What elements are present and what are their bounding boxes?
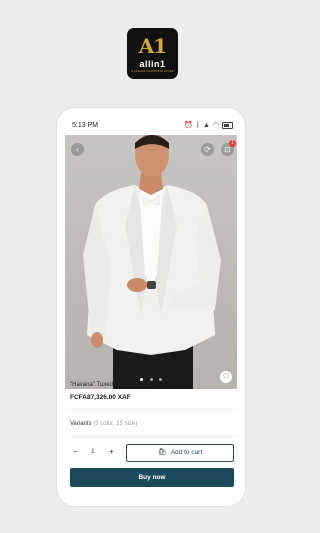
product-image[interactable]: ‹ ⟳ ⊡ 1 ♡	[65, 135, 237, 389]
quantity-stepper: − 1 +	[70, 444, 117, 462]
buy-now-button[interactable]: Buy now	[70, 468, 234, 487]
pagination-dot[interactable]	[140, 378, 144, 381]
alarm-icon: ⏰	[184, 122, 193, 129]
product-price: FCFA87,326.00 XAF	[70, 394, 131, 401]
wifi-icon: ◠	[212, 122, 219, 129]
variants-selector[interactable]: Variants (3 color, 15 size)	[70, 421, 137, 427]
logo-mark: A1	[138, 34, 167, 58]
pagination-dot[interactable]	[158, 378, 162, 381]
bluetooth-icon: ᛒ	[195, 121, 200, 129]
pagination-dot[interactable]	[149, 378, 153, 381]
cart-add-icon: 🛍	[157, 449, 167, 456]
wishlist-heart-icon[interactable]: ♡	[220, 371, 232, 383]
signal-icon: ▲	[202, 121, 210, 129]
product-title: "Havana" Tuxedo Jacket Shawl	[70, 382, 154, 388]
back-arrow-icon[interactable]: ‹	[71, 143, 84, 156]
app-logo: A1 allin1 A FASHION SHOPPING STORE	[127, 28, 178, 79]
logo-name: allin1	[139, 59, 166, 69]
phone-frame: 5:13 PM ⏰ ᛒ ▲ ◠ ‹ ⟳ ⊡ 1 ♡ "Havana" Tuxed…	[57, 108, 245, 506]
divider	[65, 409, 237, 410]
quantity-increase-button[interactable]: +	[109, 447, 114, 456]
status-bar: 5:13 PM ⏰ ᛒ ▲ ◠	[57, 108, 245, 135]
share-icon[interactable]: ⟳	[201, 143, 214, 156]
logo-tagline: A FASHION SHOPPING STORE	[131, 70, 174, 73]
cart-icon[interactable]: ⊡ 1	[221, 140, 236, 156]
product-photo-illustration	[83, 135, 221, 389]
status-icons: ⏰ ᛒ ▲ ◠	[184, 121, 233, 129]
cart-count-badge: 1	[229, 140, 236, 147]
battery-icon	[222, 121, 233, 129]
add-to-cart-label: Add to cart	[170, 449, 203, 456]
add-to-cart-button[interactable]: 🛍 Add to cart	[126, 444, 234, 462]
variants-label: Variants	[70, 421, 92, 427]
status-time: 5:13 PM	[72, 122, 99, 129]
variants-detail: (3 color, 15 size)	[93, 421, 138, 427]
quantity-value: 1	[91, 448, 95, 455]
quantity-decrease-button[interactable]: −	[73, 447, 78, 456]
divider	[65, 436, 237, 437]
